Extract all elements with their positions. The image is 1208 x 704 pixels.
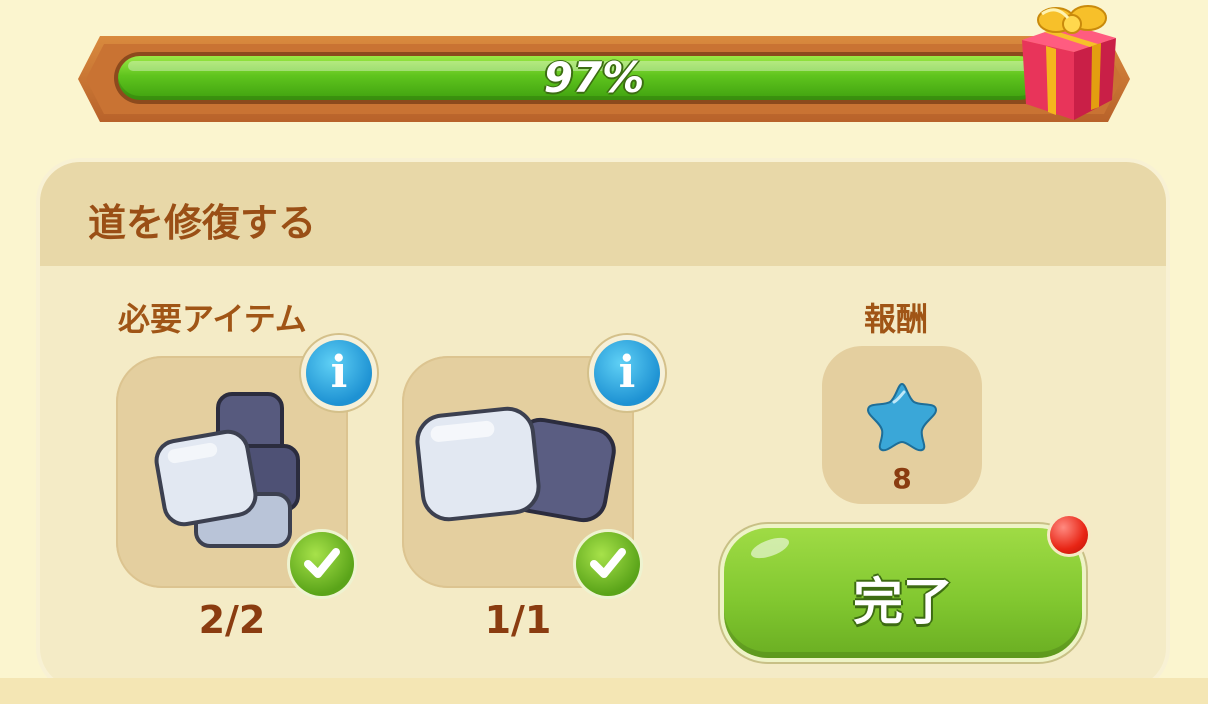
item-2-count: 1/1 [484,598,552,642]
blue-star-icon [866,382,938,452]
complete-button[interactable]: 完了 [724,528,1082,658]
task-title: 道を修復する [88,201,317,245]
notification-dot [1050,516,1088,554]
complete-button-label: 完了 [853,573,953,631]
required-items-label: 必要アイテム [118,300,307,338]
item-2-info-button[interactable]: i [594,340,660,406]
stone-pile-icon [154,392,300,548]
stone-pair-icon [415,406,616,523]
gift-box-icon[interactable] [1012,0,1122,124]
item-1-info-button[interactable]: i [306,340,372,406]
reward-label: 報酬 [864,300,929,338]
reward-amount: 8 [892,462,912,495]
item-1-count: 2/2 [198,598,266,642]
progress-percent: 97% [543,53,645,102]
bottom-strip [0,678,1208,704]
item-1-check-icon [290,532,354,596]
info-icon: i [618,347,636,398]
item-2-check-icon [576,532,640,596]
info-icon: i [330,347,348,398]
